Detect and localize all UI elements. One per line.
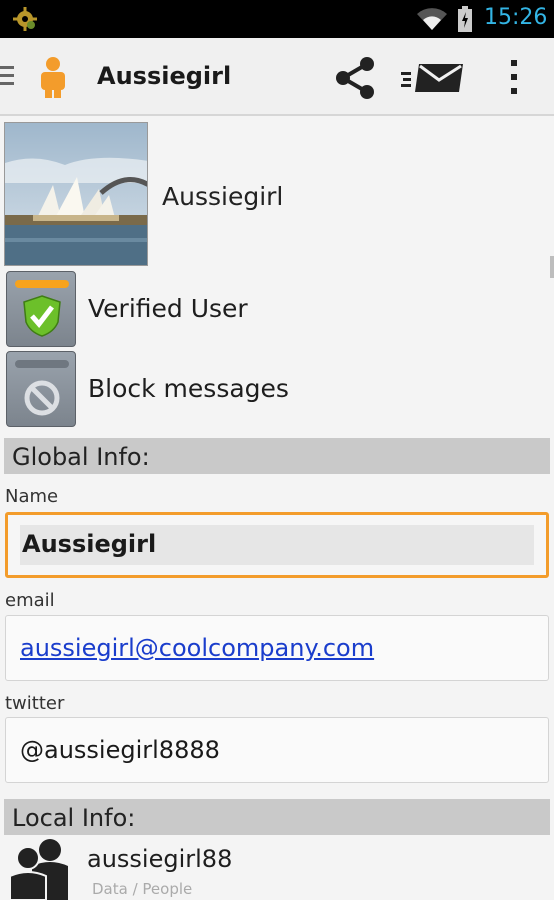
- global-info-header: Global Info:: [4, 438, 550, 474]
- overflow-menu-icon[interactable]: [508, 58, 520, 96]
- block-icon: [24, 380, 60, 416]
- profile-name: Aussiegirl: [162, 182, 284, 211]
- email-field[interactable]: aussiegirl@coolcompany.com: [5, 615, 549, 681]
- battery-icon: [458, 6, 472, 32]
- name-field[interactable]: Aussiegirl: [5, 512, 549, 578]
- scrollbar-handle[interactable]: [550, 256, 554, 278]
- block-indicator-bar: [15, 360, 69, 368]
- twitter-field-value: @aussiegirl8888: [20, 736, 220, 764]
- action-bar: Aussiegirl: [0, 38, 554, 116]
- twitter-label: twitter: [5, 693, 65, 714]
- local-info-header: Local Info:: [4, 799, 550, 835]
- wifi-icon: [417, 8, 447, 31]
- name-label: Name: [5, 486, 59, 507]
- twitter-field[interactable]: @aussiegirl8888: [5, 717, 549, 783]
- status-bar: 15:26: [0, 0, 554, 38]
- email-label: email: [5, 590, 55, 611]
- people-icon[interactable]: [8, 836, 70, 900]
- block-messages-toggle[interactable]: [6, 351, 76, 427]
- status-time: 15:26: [484, 5, 548, 30]
- name-field-value: Aussiegirl: [22, 530, 157, 558]
- verified-indicator-bar: [15, 280, 69, 288]
- local-contact-source: Data / People: [92, 880, 193, 898]
- send-mail-icon[interactable]: [401, 62, 463, 94]
- share-icon[interactable]: [333, 56, 377, 100]
- local-contact-name: aussiegirl88: [87, 845, 233, 873]
- block-messages-label: Block messages: [88, 374, 289, 403]
- verified-shield-icon: [23, 295, 61, 337]
- person-icon[interactable]: [38, 56, 68, 98]
- email-link[interactable]: aussiegirl@coolcompany.com: [20, 634, 374, 662]
- verified-user-label: Verified User: [88, 294, 248, 323]
- notification-gear-icon: [13, 7, 37, 31]
- profile-photo[interactable]: [4, 122, 148, 266]
- page-title: Aussiegirl: [97, 62, 232, 90]
- verified-badge[interactable]: [6, 271, 76, 347]
- drawer-menu-icon[interactable]: [0, 64, 14, 88]
